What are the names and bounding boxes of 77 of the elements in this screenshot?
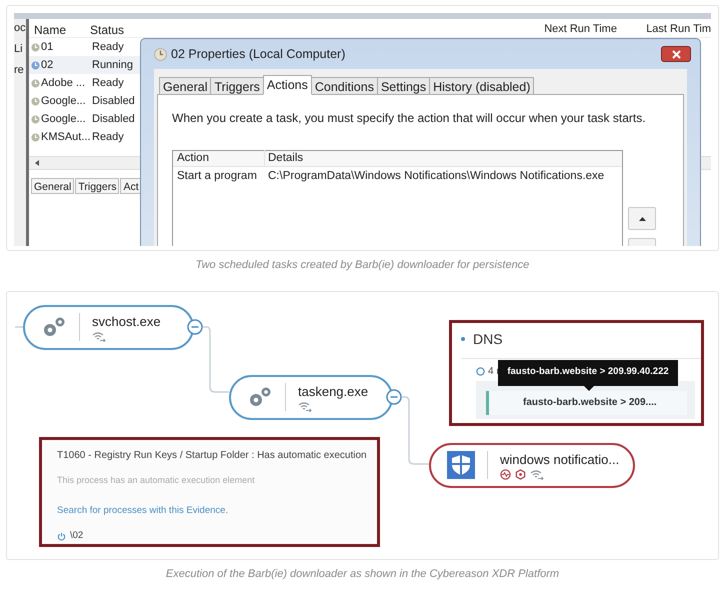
clock-icon [31,60,40,70]
close-button[interactable] [661,46,691,62]
panel-title: DNS [473,330,503,348]
task-row[interactable]: 01 Ready [29,38,141,56]
clock-icon [154,48,167,60]
dialog-title: 02 Properties (Local Computer) [171,46,346,63]
task-name: KMSAut... [41,130,91,145]
caret-up-icon [638,216,646,220]
figure-caption: Execution of the Barb(ie) downloader as shown in the Cybereason XDR Platform [164,566,560,582]
task-name: 01 [41,40,54,55]
figure-caption: Two scheduled tasks created by Barb(ie) downloader for persistence [194,258,530,273]
dialog-tab[interactable]: General [159,77,212,95]
column-header[interactable]: Last Run Tim [646,21,711,38]
task-status: Ready [92,40,124,55]
task-name: Google... [41,94,86,109]
column-header[interactable]: Name [29,20,90,38]
task-row[interactable]: 02 Running [29,56,141,74]
process-node[interactable]: taskeng.exe [229,374,393,420]
activity-icon [500,469,511,480]
dialog-tab[interactable]: Settings [376,77,430,95]
tooltip: fausto-barb.website > 209.99.40.222 [498,360,678,386]
dialog-tab[interactable]: Conditions [310,77,378,95]
task-status: Ready [92,76,124,91]
network-icon [92,332,106,342]
dialog-tab[interactable]: Triggers [210,77,264,95]
evidence-value: \02 [70,529,84,544]
dialog-tab[interactable]: History (disabled) [429,77,534,95]
tab[interactable]: Triggers [75,178,120,194]
power-icon [57,532,66,541]
dialog-tab[interactable]: Actions [262,75,312,95]
task-status: Ready [92,130,124,145]
gears-icon [41,315,67,339]
truncated-label: Li [14,44,24,55]
scroll-left-icon[interactable] [35,160,39,166]
close-icon [672,50,680,58]
task-name: Google... [41,112,86,127]
collapse-icon[interactable] [187,318,203,334]
tooltip-pointer [584,386,594,390]
bullet-icon [461,337,465,341]
evidence-description: This process has an automatic execution element [57,474,256,487]
tab[interactable]: General [31,178,74,194]
dns-query-icon [476,366,485,376]
task-row[interactable]: Adobe ... Ready [29,74,141,92]
hexagon-icon [515,469,526,480]
process-node[interactable]: windows notificatio... [429,442,635,488]
move-up-button[interactable] [628,207,656,230]
table-cell-text: C:\ProgramData\Windows Notifications\Windows Notifications.exe [267,169,604,184]
task-name: 02 [41,58,54,73]
dns-entry[interactable]: fausto-barb.website > 209.... [486,390,687,414]
evidence-title: T1060 - Registry Run Keys / Startup Folder : Has automatic execution [57,448,368,462]
network-icon [298,402,312,412]
task-name: Adobe ... [41,76,86,91]
column-header[interactable]: Next Run Time [544,21,646,38]
shield-icon [447,451,475,479]
task-row[interactable]: Google... Disabled [29,110,141,128]
process-name: taskeng.exe [298,383,368,402]
task-row[interactable]: Google... Disabled [29,92,141,110]
task-row[interactable]: KMSAut...Ready [29,128,141,146]
collapse-icon[interactable] [386,388,402,404]
process-node[interactable]: svchost.exe [23,304,194,350]
column-header[interactable]: Action [173,150,265,168]
connector-line [203,326,229,392]
process-name: windows notificatio... [500,450,620,469]
column-header[interactable]: Details [265,150,304,168]
table-cell-text: Start a program [176,169,258,184]
gears-icon [247,385,273,409]
network-icon [530,470,544,480]
process-name: svchost.exe [92,313,161,332]
truncated-label: re [14,65,25,76]
task-status: Running [92,58,133,73]
connector-line [402,396,429,464]
dialog-description: When you create a task, you must specify the action that will occur when your task starts. [172,110,647,127]
column-header[interactable]: Status [90,20,150,38]
task-status: Disabled [92,94,135,109]
truncated-label: oc [14,23,26,34]
task-status: Disabled [92,112,135,127]
tab[interactable]: Act [120,178,142,194]
